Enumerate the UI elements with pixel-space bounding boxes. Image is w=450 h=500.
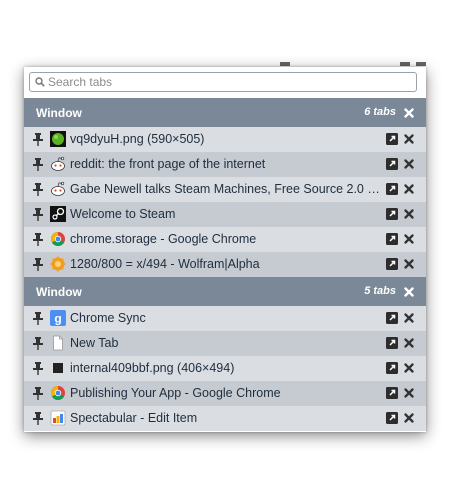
pin-icon[interactable] xyxy=(33,233,43,246)
pin-icon[interactable] xyxy=(33,158,43,171)
pin-icon[interactable] xyxy=(33,337,43,350)
close-tab-icon[interactable] xyxy=(404,259,414,269)
pin-icon[interactable] xyxy=(33,412,43,425)
background-mark xyxy=(416,62,426,66)
close-tab-icon[interactable] xyxy=(404,134,414,144)
tab-row[interactable]: Publishing Your App - Google Chrome xyxy=(24,381,426,406)
black-square-icon xyxy=(53,363,63,373)
tab-title: 1280/800 = x/494 - Wolfram|Alpha xyxy=(70,257,260,271)
popout-icon[interactable] xyxy=(386,208,398,220)
close-window-icon[interactable] xyxy=(404,108,414,118)
pin-icon[interactable] xyxy=(33,387,43,400)
window-header: Window 5 tabs xyxy=(24,277,426,306)
close-tab-icon[interactable] xyxy=(404,338,414,348)
close-window-icon[interactable] xyxy=(404,287,414,297)
popout-icon[interactable] xyxy=(386,233,398,245)
tab-title: New Tab xyxy=(70,336,119,350)
tab-title: internal409bbf.png (406×494) xyxy=(70,361,235,375)
close-tab-icon[interactable] xyxy=(404,413,414,423)
wolfram-icon xyxy=(50,256,66,272)
search-icon xyxy=(35,77,45,87)
tab-title: vq9dyuH.png (590×505) xyxy=(70,132,205,146)
pin-icon[interactable] xyxy=(33,258,43,271)
background-mark xyxy=(400,62,410,66)
tab-title: Spectabular - Edit Item xyxy=(70,411,198,425)
tab-row[interactable]: vq9dyuH.png (590×505) xyxy=(24,127,426,152)
close-tab-icon[interactable] xyxy=(404,209,414,219)
reddit-icon xyxy=(51,181,65,196)
steam-icon xyxy=(50,206,66,222)
tab-row[interactable]: reddit: the front page of the internet xyxy=(24,152,426,177)
tab-title: Chrome Sync xyxy=(70,311,146,325)
popout-icon[interactable] xyxy=(386,258,398,270)
pin-icon[interactable] xyxy=(33,183,43,196)
window-title: Window xyxy=(36,106,82,120)
tabs-popup: Window 6 tabs vq9dyuH.png (590×505) redd… xyxy=(24,67,426,432)
tab-row[interactable]: chrome.storage - Google Chrome xyxy=(24,227,426,252)
tab-title: Publishing Your App - Google Chrome xyxy=(70,386,281,400)
reddit-icon xyxy=(51,156,65,171)
pin-icon[interactable] xyxy=(33,133,43,146)
chrome-icon xyxy=(51,232,65,246)
tab-row[interactable]: Gabe Newell talks Steam Machines, Free S… xyxy=(24,177,426,202)
pin-icon[interactable] xyxy=(33,362,43,375)
window-title: Window xyxy=(36,285,82,299)
popout-icon[interactable] xyxy=(386,387,398,399)
window-header: Window 6 tabs xyxy=(24,98,426,127)
spectabular-icon xyxy=(50,410,66,426)
close-tab-icon[interactable] xyxy=(404,234,414,244)
tab-row[interactable]: 1280/800 = x/494 - Wolfram|Alpha xyxy=(24,252,426,277)
pin-icon[interactable] xyxy=(33,208,43,221)
tab-title: chrome.storage - Google Chrome xyxy=(70,232,257,246)
close-tab-icon[interactable] xyxy=(404,159,414,169)
popout-icon[interactable] xyxy=(386,337,398,349)
search-input[interactable] xyxy=(48,75,388,89)
close-tab-icon[interactable] xyxy=(404,184,414,194)
tab-title: Welcome to Steam xyxy=(70,207,176,221)
tab-row[interactable]: g Chrome Sync xyxy=(24,306,426,331)
pin-icon[interactable] xyxy=(33,312,43,325)
close-tab-icon[interactable] xyxy=(404,313,414,323)
popout-icon[interactable] xyxy=(386,362,398,374)
tab-row[interactable]: internal409bbf.png (406×494) xyxy=(24,356,426,381)
background-page xyxy=(0,0,450,68)
popout-icon[interactable] xyxy=(386,133,398,145)
svg-text:g: g xyxy=(54,312,61,326)
popout-icon[interactable] xyxy=(386,412,398,424)
tab-count: 6 tabs xyxy=(364,106,396,118)
blank-page-icon xyxy=(53,335,63,351)
popout-icon[interactable] xyxy=(386,158,398,170)
background-mark xyxy=(280,62,290,66)
tab-count: 5 tabs xyxy=(364,285,396,297)
popout-icon[interactable] xyxy=(386,183,398,195)
close-tab-icon[interactable] xyxy=(404,388,414,398)
google-icon: g xyxy=(50,310,66,326)
chrome-icon xyxy=(51,386,65,400)
tab-title: reddit: the front page of the internet xyxy=(70,157,266,171)
popout-icon[interactable] xyxy=(386,312,398,324)
green-dot-icon xyxy=(50,131,66,147)
tab-title: Gabe Newell talks Steam Machines, Free S… xyxy=(70,182,382,196)
tab-row[interactable]: New Tab xyxy=(24,331,426,356)
close-tab-icon[interactable] xyxy=(404,363,414,373)
tab-row[interactable]: Welcome to Steam xyxy=(24,202,426,227)
search-box[interactable] xyxy=(29,72,417,92)
tab-row[interactable]: Spectabular - Edit Item xyxy=(24,406,426,431)
